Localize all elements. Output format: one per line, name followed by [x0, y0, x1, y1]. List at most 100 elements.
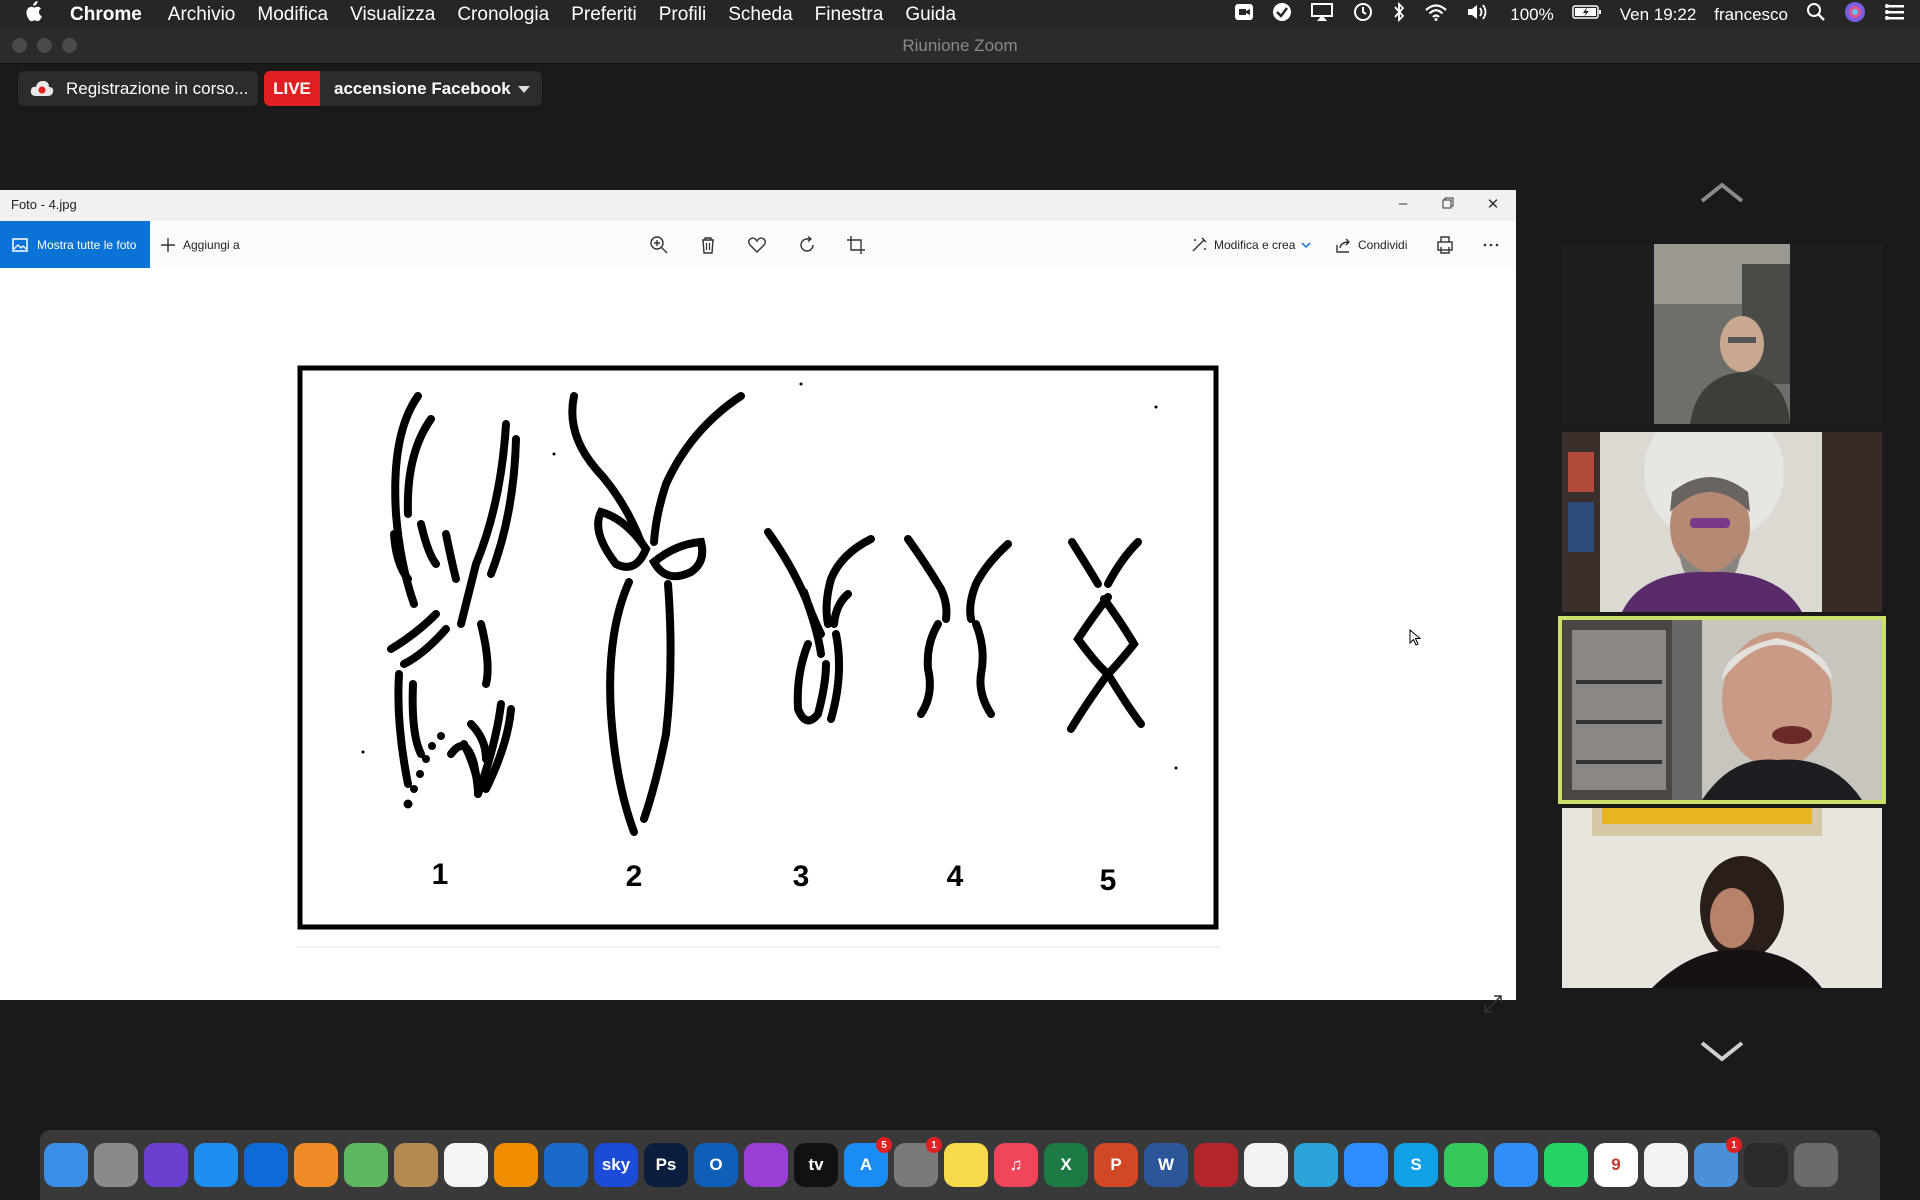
- dock-books-icon[interactable]: [294, 1143, 338, 1187]
- dock-system-preferences-icon[interactable]: 1: [894, 1137, 942, 1187]
- dock-calendar-icon[interactable]: 9: [1594, 1143, 1638, 1187]
- dock-skygo-icon[interactable]: sky: [594, 1143, 638, 1187]
- participant-video-tile[interactable]: [1562, 808, 1882, 988]
- dock-chrome-icon[interactable]: [1644, 1143, 1688, 1187]
- dock-whatsapp-icon[interactable]: [1544, 1143, 1588, 1187]
- dock-screenshot-icon[interactable]: [1744, 1143, 1788, 1187]
- dock-facetime-like-icon[interactable]: [1294, 1143, 1338, 1187]
- menu-user[interactable]: francesco: [1714, 5, 1788, 25]
- wifi-icon[interactable]: [1424, 3, 1448, 27]
- recording-indicator[interactable]: Registrazione in corso...: [18, 71, 258, 106]
- dock-icon-label: sky: [601, 1155, 631, 1174]
- menu-preferiti[interactable]: Preferiti: [571, 4, 636, 26]
- print-icon[interactable]: [1434, 234, 1456, 256]
- dock-appstore-icon[interactable]: A5: [844, 1137, 892, 1187]
- share-label: Condividi: [1358, 237, 1408, 252]
- menu-app-name[interactable]: Chrome: [70, 4, 142, 26]
- dock-icon-label: X: [1060, 1155, 1072, 1174]
- dock-music-icon[interactable]: ♫: [994, 1143, 1038, 1187]
- menu-cronologia[interactable]: Cronologia: [457, 4, 549, 26]
- dock-excel-icon[interactable]: X: [1044, 1143, 1088, 1187]
- dock-messages-icon[interactable]: [1494, 1143, 1538, 1187]
- menu-scheda[interactable]: Scheda: [728, 4, 792, 26]
- show-all-photos-button[interactable]: Mostra tutte le foto: [0, 221, 150, 268]
- participant-video-tile[interactable]: [1562, 432, 1882, 612]
- apple-logo-icon[interactable]: [22, 1, 44, 28]
- menu-finestra[interactable]: Finestra: [815, 4, 884, 26]
- time-machine-icon[interactable]: [1352, 1, 1374, 29]
- chevron-down-icon[interactable]: [518, 86, 530, 93]
- dock-reminders-icon[interactable]: [444, 1143, 488, 1187]
- dock-launchpad-icon[interactable]: [94, 1143, 138, 1187]
- dock-outlook-icon[interactable]: O: [694, 1143, 738, 1187]
- spotlight-search-icon[interactable]: [1806, 2, 1826, 28]
- menu-bar: Chrome Archivio Modifica Visualizza Cron…: [0, 0, 1920, 29]
- dock-skype-icon[interactable]: S: [1394, 1143, 1438, 1187]
- chevron-down-icon[interactable]: [1698, 1039, 1746, 1065]
- menu-archivio[interactable]: Archivio: [168, 4, 236, 26]
- livestream-name: accensione Facebook: [334, 78, 511, 98]
- figure-number: 5: [1100, 864, 1117, 897]
- dock-edge-icon[interactable]: [544, 1143, 588, 1187]
- crop-icon[interactable]: [845, 234, 867, 256]
- restore-icon[interactable]: [1438, 196, 1458, 213]
- expand-icon[interactable]: [1482, 993, 1504, 1015]
- airplay-icon[interactable]: [1310, 2, 1334, 28]
- bluetooth-icon[interactable]: [1392, 1, 1406, 28]
- share-button[interactable]: Condividi: [1334, 221, 1407, 268]
- dock-notes-icon[interactable]: [944, 1143, 988, 1187]
- trash-icon[interactable]: [697, 234, 719, 256]
- notification-badge: 1: [1726, 1137, 1742, 1153]
- photo-viewer-title-bar: Foto - 4.jpg – ✕: [0, 190, 1516, 221]
- minimize-icon[interactable]: –: [1393, 195, 1413, 212]
- displayed-photo: 1 2 3 4 5: [296, 365, 1220, 948]
- more-options-icon[interactable]: [1480, 234, 1502, 256]
- dock-photos-icon[interactable]: [1244, 1143, 1288, 1187]
- livestream-indicator[interactable]: LIVE accensione Facebook: [264, 71, 542, 106]
- dock-word-icon[interactable]: W: [1144, 1143, 1188, 1187]
- chevron-down-icon: [1301, 241, 1311, 248]
- dock-finder-icon[interactable]: [44, 1143, 88, 1187]
- edit-create-button[interactable]: Modifica e crea: [1190, 221, 1311, 268]
- participant-video-tile[interactable]: [1562, 244, 1882, 424]
- rotate-icon[interactable]: [796, 234, 818, 256]
- zoom-status-icon[interactable]: [1234, 3, 1254, 27]
- active-speaker-video-tile[interactable]: [1558, 616, 1886, 804]
- dock-appletv-icon[interactable]: tv: [794, 1143, 838, 1187]
- dock-contacts-icon[interactable]: [394, 1143, 438, 1187]
- chevron-up-icon[interactable]: [1698, 179, 1746, 205]
- dock-icon-label: Ps: [655, 1155, 677, 1174]
- menu-profili[interactable]: Profili: [659, 4, 707, 26]
- dock-siri-icon[interactable]: [144, 1143, 188, 1187]
- dock-vlc-icon[interactable]: [494, 1143, 538, 1187]
- dock-zoom-icon[interactable]: [1344, 1143, 1388, 1187]
- dock-trash-icon[interactable]: [1794, 1143, 1838, 1187]
- zoom-meeting-window: Riunione Zoom Registrazione in corso... …: [0, 29, 1920, 1130]
- dock-facetime-icon[interactable]: [1444, 1143, 1488, 1187]
- menu-visualizza[interactable]: Visualizza: [350, 4, 435, 26]
- dock-photoshop-icon[interactable]: Ps: [644, 1143, 688, 1187]
- dock-powerpoint-icon[interactable]: P: [1094, 1143, 1138, 1187]
- menu-guida[interactable]: Guida: [905, 4, 956, 26]
- magic-wand-icon: [1192, 237, 1207, 251]
- battery-icon[interactable]: [1571, 4, 1602, 26]
- add-to-button[interactable]: Aggiungi a: [160, 221, 240, 268]
- dock-safari-icon[interactable]: [194, 1143, 238, 1187]
- dock-icon-label: 9: [1611, 1155, 1621, 1174]
- menu-clock[interactable]: Ven 19:22: [1620, 5, 1697, 25]
- menu-modifica[interactable]: Modifica: [257, 4, 328, 26]
- zoom-in-icon[interactable]: [648, 234, 670, 256]
- dock-icon-label: W: [1157, 1155, 1175, 1174]
- close-icon[interactable]: ✕: [1483, 195, 1503, 213]
- dock-teamviewer-icon[interactable]: [244, 1143, 288, 1187]
- heart-icon[interactable]: [746, 234, 768, 256]
- volume-icon[interactable]: [1466, 2, 1492, 28]
- dock-preview-icon[interactable]: 1: [1694, 1137, 1742, 1187]
- dock-podcasts-icon[interactable]: [744, 1143, 788, 1187]
- control-center-icon[interactable]: [1884, 2, 1906, 28]
- siri-icon[interactable]: [1844, 1, 1866, 29]
- dock-photo-booth-icon[interactable]: [1194, 1143, 1238, 1187]
- dock-maps-icon[interactable]: [344, 1143, 388, 1187]
- dock-icon-label: O: [709, 1155, 723, 1174]
- check-icon[interactable]: [1272, 2, 1292, 28]
